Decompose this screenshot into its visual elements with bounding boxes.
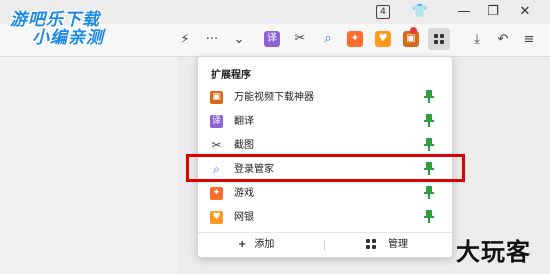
bank-shield-icon: ♥ [210,211,223,224]
scissors-icon: ✂ [211,138,222,152]
restore-icon[interactable]: ❐ [484,3,502,21]
screenshot-extension-icon[interactable]: ✂ [292,31,308,47]
add-button[interactable]: + 添加 [238,233,274,257]
shirt-icon[interactable]: 👕 [411,3,429,21]
page-left-area [0,57,178,274]
extension-row[interactable]: ♥ 网银 [198,206,452,230]
extension-row[interactable]: ▣ 万能视频下载神器 [198,86,452,110]
tab-count-button[interactable]: 4 [376,5,390,19]
watermark-line2: 小编亲测 [32,28,104,48]
extension-label: 翻译 [234,116,254,127]
corner-logo: 大玩客 [456,238,531,266]
undo-icon[interactable]: ↶ [494,32,512,48]
translate-icon: 译 [210,115,223,128]
manage-grid-icon [366,239,376,249]
add-label: 添加 [254,239,275,250]
highlight-box [186,154,465,182]
watermark-line1: 游吧乐下载 [10,10,100,30]
manage-button[interactable]: 管理 [366,233,408,257]
pin-icon[interactable] [424,90,434,106]
game-extension-icon[interactable]: ✦ [347,31,363,47]
search-extension-icon[interactable]: ⌕ [320,31,336,47]
pin-icon[interactable] [424,210,434,226]
more-icon[interactable]: ··· [203,32,221,48]
popup-divider [198,232,452,233]
notification-badge [410,27,417,34]
extensions-button[interactable] [428,28,450,50]
translate-extension-icon[interactable]: 译 [264,31,280,47]
extension-row[interactable]: ✦ 游戏 [198,182,452,206]
plus-icon: + [238,239,247,250]
extension-label: 截图 [234,140,254,151]
manage-label: 管理 [388,239,408,250]
popup-title: 扩展程序 [211,70,251,81]
gamepad-icon: ✦ [210,187,223,200]
footer-separator [324,240,325,250]
download-icon[interactable]: ⤓ [468,32,486,48]
video-download-icon: ▣ [210,91,223,104]
pin-icon[interactable] [424,186,434,202]
extension-label: 万能视频下载神器 [234,92,314,103]
extension-row[interactable]: 译翻译 [198,110,452,134]
extension-label: 游戏 [234,188,254,199]
menu-icon[interactable]: ≡ [520,32,538,48]
chevron-down-icon[interactable]: ⌄ [230,32,248,48]
close-icon[interactable]: ✕ [516,3,534,21]
pin-icon[interactable] [424,114,434,130]
pin-icon[interactable] [424,138,434,154]
bank-extension-icon[interactable]: ♥ [375,31,391,47]
watermark: 游吧乐下载 小编亲测 [10,11,104,47]
extensions-grid-icon [434,34,444,44]
lightning-icon[interactable]: ⚡ [176,32,194,48]
extension-label: 网银 [234,212,254,223]
minimize-icon[interactable]: — [455,3,473,21]
